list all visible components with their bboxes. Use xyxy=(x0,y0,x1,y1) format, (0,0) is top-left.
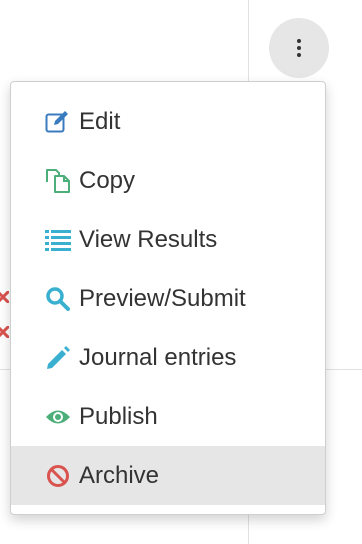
remove-icon[interactable] xyxy=(0,326,9,338)
search-icon xyxy=(45,286,71,312)
more-actions-button[interactable] xyxy=(269,18,329,78)
table-row-divider xyxy=(0,369,10,370)
eye-icon xyxy=(45,404,71,430)
menu-item-label: Copy xyxy=(79,166,136,194)
list-icon xyxy=(45,227,71,253)
remove-icon[interactable] xyxy=(0,291,9,303)
edit-icon xyxy=(45,109,71,135)
pencil-icon xyxy=(45,345,71,371)
table-row-divider xyxy=(326,369,362,370)
menu-item-label: Archive xyxy=(79,461,160,489)
copy-icon xyxy=(45,168,71,194)
menu-item-label: Edit xyxy=(79,107,121,135)
actions-dropdown-menu: Edit Copy View Results Preview/Submit Jo… xyxy=(10,81,326,515)
menu-item-label: Journal entries xyxy=(79,343,237,371)
menu-item-view-results[interactable]: View Results xyxy=(11,210,325,269)
menu-item-label: Preview/Submit xyxy=(79,284,246,312)
ban-icon xyxy=(45,463,71,489)
menu-item-label: View Results xyxy=(79,225,218,253)
menu-item-journal-entries[interactable]: Journal entries xyxy=(11,328,325,387)
menu-item-label: Publish xyxy=(79,402,158,430)
menu-item-preview-submit[interactable]: Preview/Submit xyxy=(11,269,325,328)
menu-item-edit[interactable]: Edit xyxy=(11,92,325,151)
menu-item-archive[interactable]: Archive xyxy=(11,446,325,505)
menu-item-publish[interactable]: Publish xyxy=(11,387,325,446)
menu-item-copy[interactable]: Copy xyxy=(11,151,325,210)
vertical-ellipsis-icon xyxy=(297,39,301,57)
